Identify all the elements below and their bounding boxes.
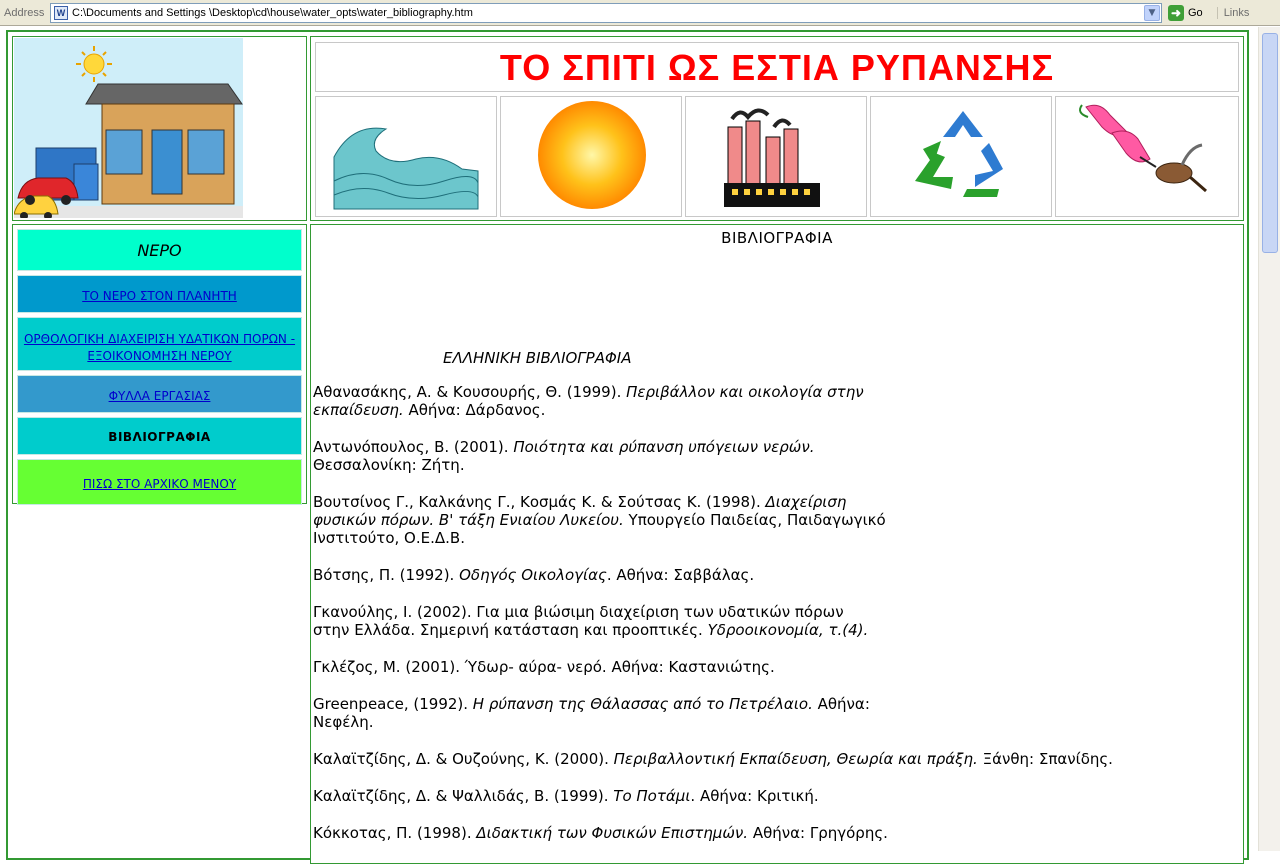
sun-icon: [500, 96, 682, 217]
scrollbar-thumb[interactable]: [1262, 33, 1278, 253]
house-cell: [12, 36, 307, 221]
bibliography-entry: Βουτσίνος Γ., Καλκάνης Γ., Κοσμάς Κ. & Σ…: [313, 493, 886, 547]
address-label: Address: [4, 6, 45, 19]
recycle-icon: [870, 96, 1052, 217]
bibliography-entry: Βότσης, Π. (1992). Οδηγός Οικολογίας. Αθ…: [313, 566, 755, 584]
nav-link-back-to-menu[interactable]: ΠΙΣΩ ΣΤΟ ΑΡΧΙΚΟ ΜΕΝΟΥ: [83, 477, 236, 491]
nav-item-water-on-planet[interactable]: ΤΟ ΝΕΡΟ ΣΤΟΝ ΠΛΑΝΗΤΗ: [17, 275, 302, 313]
go-label: Go: [1188, 6, 1203, 19]
bibliography-entry: Γκλέζος, Μ. (2001). Ύδωρ- αύρα- νερό. Αθ…: [313, 658, 775, 676]
page-icon: W: [54, 5, 68, 20]
address-bar: Address W C:\Documents and Settings \Des…: [0, 0, 1280, 26]
dropdown-arrow-icon[interactable]: ▼: [1144, 4, 1160, 21]
nav-item-worksheets[interactable]: ΦΥΛΛΑ ΕΡΓΑΣΙΑΣ: [17, 375, 302, 413]
page-title: ΤΟ ΣΠΙΤΙ ΩΣ ΕΣΤΙΑ ΡΥΠΑΝΣΗΣ: [315, 42, 1239, 92]
bibliography-list: Αθανασάκης, Α. & Κουσουρής, Θ. (1999). Π…: [313, 383, 1213, 861]
nav-link-worksheets[interactable]: ΦΥΛΛΑ ΕΡΓΑΣΙΑΣ: [109, 389, 211, 403]
nav-item-water-management[interactable]: ΟΡΘΟΛΟΓΙΚΗ ΔΙΑΧΕΙΡΙΣΗ ΥΔΑΤΙΚΩΝ ΠΟΡΩΝ - Ε…: [17, 317, 302, 371]
bibliography-entry: Καλαϊτζίδης, Δ. & Ουζούνης, Κ. (2000). Π…: [313, 750, 1113, 768]
go-arrow-icon: ➜: [1168, 4, 1184, 21]
factory-icon: [685, 96, 867, 217]
bibliography-entry: Αθανασάκης, Α. & Κουσουρής, Θ. (1999). Π…: [313, 383, 864, 419]
section-heading: ΕΛΛΗΝΙΚΗ ΒΙΒΛΙΟΓΡΑΦΙΑ: [443, 349, 632, 367]
content-cell: ΒΙΒΛΙΟΓΡΑΦΙΑ ΕΛΛΗΝΙΚΗ ΒΙΒΛΙΟΓΡΑΦΙΑ Αθανα…: [310, 224, 1244, 864]
bibliography-entry: Καλαϊτζίδης, Δ. & Ψαλλιδάς, Β. (1999). Τ…: [313, 787, 819, 805]
banner-icons: [315, 96, 1239, 217]
nav-link-water-on-planet[interactable]: ΤΟ ΝΕΡΟ ΣΤΟΝ ΠΛΑΝΗΤΗ: [82, 289, 237, 303]
banner-cell: ΤΟ ΣΠΙΤΙ ΩΣ ΕΣΤΙΑ ΡΥΠΑΝΣΗΣ: [310, 36, 1244, 221]
bibliography-entry: Greenpeace, (1992). Η ρύπανση της Θάλασσ…: [313, 695, 870, 731]
bibliography-entry: Αντωνόπουλος, Β. (2001). Ποιότητα και ρύ…: [313, 438, 815, 474]
nav-cell: ΝΕΡΟ ΤΟ ΝΕΡΟ ΣΤΟΝ ΠΛΑΝΗΤΗ ΟΡΘΟΛΟΓΙΚΗ ΔΙΑ…: [12, 224, 307, 505]
address-url: C:\Documents and Settings \Desktop\cd\ho…: [72, 6, 473, 19]
nav-item-back-to-menu[interactable]: ΠΙΣΩ ΣΤΟ ΑΡΧΙΚΟ ΜΕΝΟΥ: [17, 459, 302, 505]
wave-icon: [315, 96, 497, 217]
nav-heading: ΝΕΡΟ: [17, 229, 302, 271]
nav-item-bibliography: ΒΙΒΛΙΟΓΡΑΦΙΑ: [17, 417, 302, 455]
content-title: ΒΙΒΛΙΟΓΡΑΦΙΑ: [721, 229, 833, 247]
bibliography-entry: Γκανούλης, Ι. (2002). Για μια βιώσιμη δι…: [313, 603, 869, 639]
flower-bird-icon: [1055, 96, 1239, 217]
vertical-scrollbar[interactable]: [1258, 27, 1280, 851]
page-frame: ΤΟ ΣΠΙΤΙ ΩΣ ΕΣΤΙΑ ΡΥΠΑΝΣΗΣ ΝΕΡΟ ΤΟ ΝΕΡΟ …: [6, 30, 1249, 864]
links-toolbar[interactable]: Links: [1216, 6, 1249, 19]
bibliography-entry: Κόκκοτας, Π. (1998). Διδακτική των Φυσικ…: [313, 824, 888, 842]
address-input[interactable]: W C:\Documents and Settings \Desktop\cd\…: [50, 2, 1162, 23]
house-illustration: [14, 38, 243, 218]
go-button[interactable]: ➜ Go: [1168, 4, 1203, 21]
nav-link-water-management[interactable]: ΟΡΘΟΛΟΓΙΚΗ ΔΙΑΧΕΙΡΙΣΗ ΥΔΑΤΙΚΩΝ ΠΟΡΩΝ - Ε…: [24, 332, 295, 363]
